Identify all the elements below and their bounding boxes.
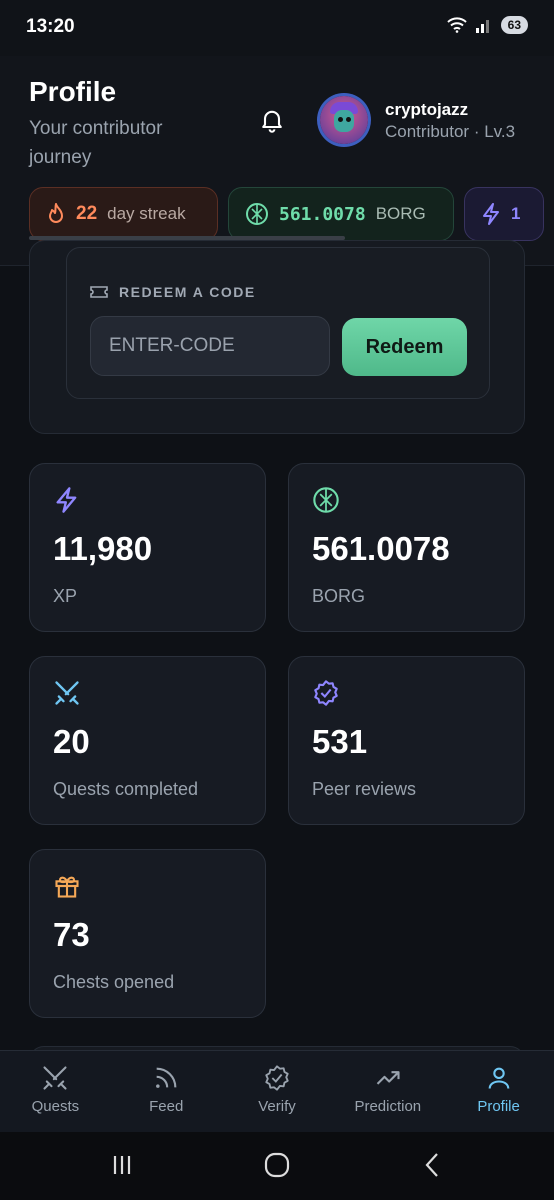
xp-chip[interactable]: 1 xyxy=(464,187,544,241)
xp-chip-value: 1 xyxy=(511,204,521,223)
lightning-icon xyxy=(483,203,499,225)
avatar[interactable] xyxy=(320,96,368,144)
battery-indicator: 63 xyxy=(500,16,528,34)
bell-icon[interactable] xyxy=(258,106,286,134)
stat-value: 20 xyxy=(53,723,90,760)
stat-label: BORG xyxy=(312,586,366,606)
verified-badge-icon xyxy=(314,680,338,706)
user-role: Contributor · Lv.3 xyxy=(385,122,516,141)
stat-card-chests: 73 Chests opened xyxy=(29,849,266,1018)
wifi-icon xyxy=(446,17,467,33)
borg-chip-value: 561.0078 xyxy=(279,203,366,225)
redeem-label-text: REDEEM A CODE xyxy=(119,284,256,300)
redeem-button[interactable]: Redeem xyxy=(342,318,467,376)
redeem-section: REDEEM A CODE Redeem xyxy=(66,247,490,399)
back-icon[interactable] xyxy=(418,1150,448,1180)
username: cryptojazz xyxy=(385,100,469,119)
stat-card-reviews: 531 Peer reviews xyxy=(288,656,525,825)
page-title: Profile xyxy=(29,76,117,107)
rss-icon xyxy=(156,1067,177,1088)
nav-feed[interactable]: Feed xyxy=(111,1051,222,1132)
gift-icon xyxy=(55,876,79,898)
stat-card-quests: 20 Quests completed xyxy=(29,656,266,825)
stat-value: 531 xyxy=(312,723,368,760)
borg-chip-label: BORG xyxy=(375,204,426,223)
system-nav-bar xyxy=(0,1132,554,1200)
signal-icon xyxy=(475,20,489,33)
status-time: 13:20 xyxy=(26,16,75,37)
stat-card-xp: 11,980 XP xyxy=(29,463,266,632)
stat-label: Peer reviews xyxy=(312,779,417,799)
trending-up-icon xyxy=(376,1071,400,1085)
nav-prediction[interactable]: Prediction xyxy=(332,1051,443,1132)
stat-value: 73 xyxy=(53,916,90,953)
nav-profile[interactable]: Profile xyxy=(443,1051,554,1132)
streak-value: 22 xyxy=(76,203,98,224)
nav-label: Prediction xyxy=(354,1098,422,1115)
nav-label: Profile xyxy=(477,1098,520,1115)
profile-header: Profile Your contributor journey cryptoj… xyxy=(0,56,554,266)
recent-apps-icon[interactable] xyxy=(107,1150,137,1180)
stat-label: XP xyxy=(53,586,78,606)
stat-card-borg: 561.0078 BORG xyxy=(288,463,525,632)
stats-chips-row[interactable]: 22 day streak 561.0078 BORG 1 xyxy=(29,187,544,241)
stat-label: Quests completed xyxy=(53,779,199,799)
bottom-nav: Quests Feed Verify Prediction Profile xyxy=(0,1050,554,1132)
stat-value: 11,980 xyxy=(53,530,153,567)
home-icon[interactable] xyxy=(262,1150,292,1180)
nav-verify[interactable]: Verify xyxy=(222,1051,333,1132)
borg-icon xyxy=(313,487,339,513)
verified-badge-icon xyxy=(265,1065,289,1091)
borg-icon xyxy=(246,203,268,225)
user-icon xyxy=(488,1067,509,1089)
redeem-card: REDEEM A CODE Redeem xyxy=(29,240,525,434)
flame-icon xyxy=(49,203,63,223)
swords-icon xyxy=(55,681,79,705)
nav-label: Quests xyxy=(31,1098,80,1115)
borg-chip[interactable]: 561.0078 BORG xyxy=(228,187,454,241)
nav-label: Verify xyxy=(258,1098,296,1115)
redeem-label: REDEEM A CODE xyxy=(89,284,256,300)
stat-label: Chests opened xyxy=(53,972,175,992)
ticket-icon xyxy=(90,286,108,298)
code-input[interactable] xyxy=(90,316,330,376)
status-bar: 13:20 63 xyxy=(0,0,554,56)
nav-label: Feed xyxy=(149,1098,184,1115)
swords-icon xyxy=(43,1066,67,1090)
status-icons: 63 xyxy=(446,16,528,34)
streak-label: day streak xyxy=(107,204,186,223)
lightning-icon xyxy=(56,487,77,513)
nav-quests[interactable]: Quests xyxy=(0,1051,111,1132)
page-subtitle: Your contributor journey xyxy=(29,118,163,168)
streak-chip[interactable]: 22 day streak xyxy=(29,187,218,241)
stat-value: 561.0078 xyxy=(312,530,450,567)
